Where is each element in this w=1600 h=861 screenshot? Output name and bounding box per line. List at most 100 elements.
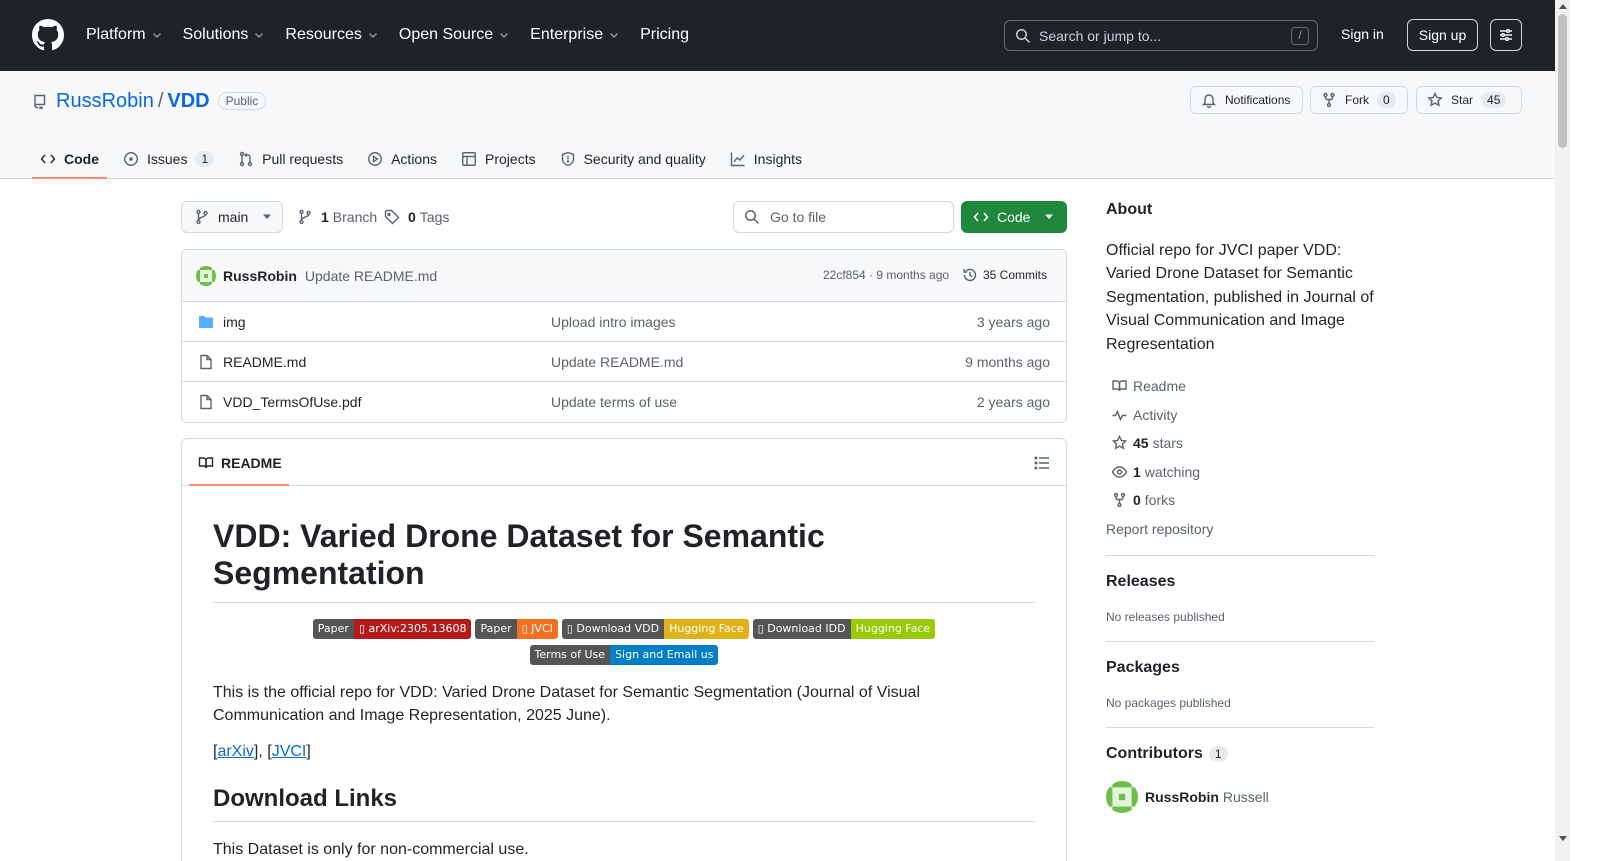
tab-label: Security and quality bbox=[583, 150, 706, 167]
badge-right: Hugging Face bbox=[664, 619, 749, 639]
releases-empty: No releases published bbox=[1106, 610, 1225, 625]
contributors-heading[interactable]: Contributors bbox=[1106, 745, 1203, 763]
tab-label: Insights bbox=[753, 150, 803, 167]
command-palette-button[interactable] bbox=[1490, 19, 1522, 51]
about-links: Readme Activity 45 stars 1 watching 0 forks bbox=[1106, 372, 1374, 515]
contributor-avatar[interactable] bbox=[1106, 781, 1138, 814]
notifications-button[interactable]: Notifications bbox=[1190, 86, 1303, 114]
contributor-login[interactable]: RussRobin bbox=[1145, 789, 1219, 805]
scroll-up-arrow-icon[interactable] bbox=[1559, 4, 1567, 9]
file-commit-message[interactable]: Upload intro images bbox=[551, 314, 676, 330]
file-name-link[interactable]: VDD_TermsOfUse.pdf bbox=[223, 394, 361, 410]
tag-label: Tags bbox=[419, 209, 450, 225]
sidebar-divider bbox=[1106, 727, 1374, 729]
caret-down-icon bbox=[1045, 214, 1054, 219]
bracket-mid: ], [ bbox=[253, 743, 272, 760]
author-avatar[interactable] bbox=[196, 265, 216, 286]
about-link-activity[interactable]: Activity bbox=[1106, 401, 1374, 430]
about-link-readme[interactable]: Readme bbox=[1106, 372, 1374, 401]
repo-owner-link[interactable]: RussRobin bbox=[56, 90, 154, 113]
sidebar-divider bbox=[1106, 555, 1374, 557]
star-icon bbox=[1427, 92, 1443, 107]
about-link-count: 1 bbox=[1133, 463, 1141, 480]
readme-badge[interactable]: ▯ Download VDD Hugging Face bbox=[561, 619, 749, 639]
tab-projects[interactable]: Projects bbox=[453, 142, 544, 175]
sliders-icon bbox=[1500, 29, 1512, 41]
tags-link[interactable]: 0 Tags bbox=[384, 209, 449, 225]
tab-label: Code bbox=[64, 150, 99, 167]
branch-selector[interactable]: main bbox=[181, 201, 283, 233]
list-unordered-icon[interactable] bbox=[1034, 455, 1050, 471]
top-nav-item-platform[interactable]: Platform bbox=[86, 24, 163, 46]
badge-left: Terms of Use bbox=[529, 645, 611, 665]
about-link-icon-wrap bbox=[1106, 407, 1133, 423]
history-icon bbox=[963, 268, 977, 282]
top-nav-item-enterprise[interactable]: Enterprise bbox=[530, 24, 620, 46]
commits-link[interactable]: 35 Commits bbox=[962, 267, 1047, 283]
commit-meta[interactable]: 22cf854 · 9 months ago bbox=[823, 268, 949, 282]
about-link-watching[interactable]: 1 watching bbox=[1106, 458, 1374, 487]
branches-link[interactable]: 1 Branch bbox=[297, 209, 377, 225]
file-row[interactable]: README.md Update README.md 9 months ago bbox=[182, 342, 1066, 382]
releases-heading[interactable]: Releases bbox=[1106, 573, 1374, 591]
report-repository-link[interactable]: Report repository bbox=[1106, 515, 1374, 544]
readme-tab-label: README bbox=[221, 455, 282, 471]
commit-message[interactable]: Update README.md bbox=[305, 268, 437, 284]
tab-code[interactable]: Code bbox=[32, 142, 107, 179]
tab-security-and-quality[interactable]: Security and quality bbox=[552, 142, 714, 175]
branch-label: Branch bbox=[332, 209, 378, 225]
page-scrollbar[interactable] bbox=[1555, 0, 1570, 861]
github-logo-icon[interactable] bbox=[32, 19, 64, 51]
readme-badge[interactable]: Terms of Use Sign and Email us bbox=[529, 645, 719, 665]
commit-author[interactable]: RussRobin bbox=[223, 268, 297, 284]
about-link-forks[interactable]: 0 forks bbox=[1106, 486, 1374, 515]
search-input[interactable]: Search or jump to... / bbox=[1004, 20, 1318, 51]
readme-tab[interactable]: README bbox=[198, 455, 282, 471]
scroll-down-arrow-icon[interactable] bbox=[1559, 836, 1567, 841]
eye-icon bbox=[1111, 466, 1128, 478]
chevron-down-icon bbox=[368, 33, 377, 38]
about-link-icon-wrap bbox=[1106, 464, 1133, 480]
code-dropdown-button[interactable]: Code bbox=[961, 201, 1067, 233]
packages-heading[interactable]: Packages bbox=[1106, 659, 1374, 677]
file-row[interactable]: img Upload intro images 3 years ago bbox=[182, 302, 1066, 342]
fork-button[interactable]: Fork 0 bbox=[1310, 86, 1408, 114]
contributor-item[interactable]: RussRobin Russell bbox=[1106, 781, 1374, 814]
sign-up-button[interactable]: Sign up bbox=[1407, 19, 1478, 51]
repo-name-link[interactable]: VDD bbox=[167, 90, 209, 113]
about-link-stars[interactable]: 45 stars bbox=[1106, 429, 1374, 458]
file-row[interactable]: VDD_TermsOfUse.pdf Update terms of use 2 y… bbox=[182, 382, 1066, 422]
chevron-down-icon bbox=[610, 33, 619, 38]
file-commit-message[interactable]: Update terms of use bbox=[551, 394, 677, 410]
file-age: 9 months ago bbox=[965, 354, 1050, 370]
scrollbar-thumb[interactable] bbox=[1558, 14, 1567, 148]
bracket-close: ] bbox=[306, 743, 311, 760]
top-nav-item-solutions[interactable]: Solutions bbox=[183, 24, 266, 46]
tab-issues[interactable]: Issues 1 bbox=[115, 142, 222, 175]
top-nav-item-open-source[interactable]: Open Source bbox=[399, 24, 510, 46]
file-name-link[interactable]: img bbox=[223, 314, 246, 330]
readme-badge[interactable]: Paper ▯ arXiv:2305.13608 bbox=[312, 619, 472, 639]
readme-badge[interactable]: Paper ▯ JVCI bbox=[475, 619, 558, 639]
tab-actions[interactable]: Actions bbox=[359, 142, 445, 175]
star-count: 45 bbox=[1481, 92, 1507, 108]
readme-badge[interactable]: ▯ Download IDD Hugging Face bbox=[752, 619, 936, 639]
book-icon bbox=[198, 457, 214, 469]
top-nav-item-resources[interactable]: Resources bbox=[285, 24, 378, 46]
commits-count: 35 Commits bbox=[983, 268, 1048, 282]
sign-in-link[interactable]: Sign in bbox=[1341, 26, 1384, 42]
tab-pull-requests[interactable]: Pull requests bbox=[230, 142, 351, 175]
file-commit-message[interactable]: Update README.md bbox=[551, 354, 683, 370]
top-nav-item-pricing[interactable]: Pricing bbox=[640, 24, 689, 46]
tab-insights[interactable]: Insights bbox=[722, 142, 810, 175]
arxiv-link[interactable]: arXiv bbox=[217, 743, 253, 760]
go-to-file-input[interactable]: Go to file bbox=[733, 201, 954, 233]
about-link-label: stars bbox=[1152, 435, 1183, 452]
star-button[interactable]: Star 45 bbox=[1416, 86, 1522, 114]
file-name-link[interactable]: README.md bbox=[223, 354, 306, 370]
top-nav: Platform Solutions Resources Open Source Ent… bbox=[86, 24, 709, 46]
badge-right: Hugging Face bbox=[850, 619, 936, 639]
bell-icon bbox=[1201, 94, 1217, 108]
jvci-link[interactable]: JVCI bbox=[272, 743, 307, 760]
badge-right: Sign and Email us bbox=[610, 645, 719, 665]
